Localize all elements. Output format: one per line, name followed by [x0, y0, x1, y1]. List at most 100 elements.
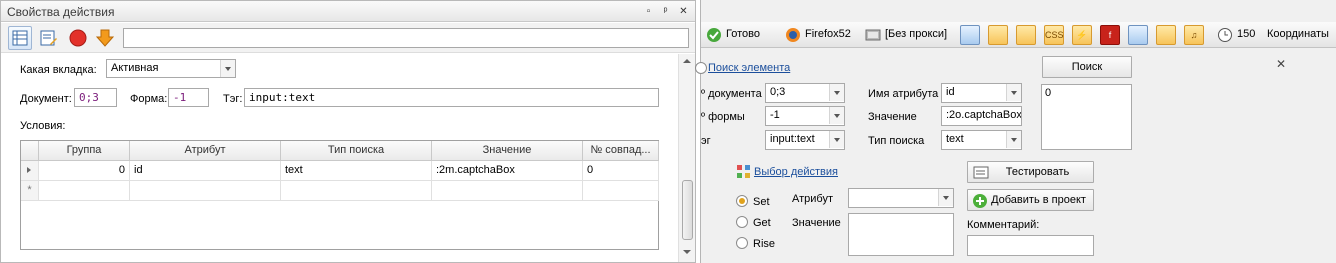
cell-search-type[interactable]: text: [281, 161, 432, 181]
radio-set-label: Set: [753, 196, 770, 208]
attribute-name-label: Имя атрибута: [868, 88, 939, 100]
vertical-scrollbar[interactable]: [678, 54, 695, 262]
close-icon[interactable]: ✕: [1276, 57, 1286, 71]
table-view-button[interactable]: [8, 26, 32, 50]
chevron-down-icon[interactable]: [1006, 131, 1021, 148]
monitor-icon[interactable]: [1128, 25, 1148, 45]
test-button[interactable]: Тестировать: [967, 161, 1094, 183]
new-row-cell[interactable]: [39, 181, 130, 201]
results-list-item[interactable]: 0: [1045, 87, 1128, 99]
tag-label-right: эг: [701, 135, 711, 147]
value-label: Значение: [868, 111, 917, 123]
form-number-select[interactable]: -1: [765, 106, 845, 126]
tab-label: Какая вкладка:: [20, 64, 97, 76]
new-row-marker[interactable]: *: [21, 181, 39, 201]
megaphone-icon[interactable]: [1156, 25, 1176, 45]
tag-label: Тэг:: [223, 93, 243, 105]
doc-select[interactable]: 0;3: [765, 83, 845, 103]
action-value-textarea[interactable]: [848, 213, 954, 256]
comment-label: Комментарий:: [967, 219, 1040, 231]
results-list[interactable]: 0: [1041, 84, 1132, 150]
toolbar-text-input[interactable]: [123, 28, 689, 48]
chevron-down-icon[interactable]: [1006, 84, 1021, 101]
column-header-match-number[interactable]: № совпад...: [583, 141, 659, 161]
grid-corner: [21, 141, 39, 161]
search-type-value: text: [946, 133, 964, 145]
document-label: Документ:: [20, 93, 72, 105]
proxy-text[interactable]: [Без прокси]: [885, 28, 947, 40]
timeout-value[interactable]: 150: [1237, 28, 1255, 40]
page-icon[interactable]: [988, 25, 1008, 45]
browser-name[interactable]: Firefox52: [805, 28, 851, 40]
column-header-group[interactable]: Группа: [39, 141, 130, 161]
move-down-button[interactable]: [93, 26, 117, 50]
cell-group[interactable]: 0: [39, 161, 130, 181]
comment-input[interactable]: [967, 235, 1094, 256]
chevron-down-icon[interactable]: [938, 189, 953, 206]
select-action-link[interactable]: Выбор действия: [754, 166, 838, 178]
tab-select[interactable]: Активная: [106, 59, 236, 78]
attribute-label: Атрибут: [792, 193, 833, 205]
tag-field[interactable]: input:text: [244, 88, 659, 107]
frame-icon[interactable]: [1016, 25, 1036, 45]
new-row-cell[interactable]: [130, 181, 281, 201]
add-to-project-button[interactable]: Добавить в проект: [967, 189, 1094, 211]
chevron-down-icon[interactable]: [220, 60, 235, 77]
css-icon[interactable]: CSS: [1044, 25, 1064, 45]
radio-rise-label: Rise: [753, 238, 776, 250]
cell-value[interactable]: :2m.captchaBox: [432, 161, 583, 181]
scrollbar-thumb[interactable]: [682, 180, 693, 240]
tab-select-value: Активная: [111, 62, 159, 74]
search-type-select[interactable]: text: [941, 130, 1022, 150]
radio-get[interactable]: [736, 216, 748, 228]
screenshot-icon[interactable]: [960, 25, 980, 45]
chevron-down-icon[interactable]: [829, 84, 844, 101]
music-icon[interactable]: ♫: [1184, 25, 1204, 45]
new-row-cell[interactable]: [281, 181, 432, 201]
form-field[interactable]: -1: [168, 88, 209, 107]
attribute-name-select[interactable]: id: [941, 83, 1022, 103]
cell-match-number[interactable]: 0: [583, 161, 659, 181]
add-button-label: Добавить в проект: [991, 194, 1086, 206]
browser-panel: Готово Firefox52 [Без прокси] CSS ⚡ f ♫ …: [695, 0, 1336, 263]
radio-set[interactable]: [736, 195, 748, 207]
proxy-icon: [865, 29, 881, 41]
stop-button[interactable]: [66, 26, 90, 50]
find-element-radio[interactable]: [695, 62, 707, 74]
row-indicator[interactable]: [21, 161, 39, 181]
panel-titlebar: Свойства действия ▫ ᵖ ✕: [1, 1, 695, 22]
find-element-link[interactable]: Поиск элемента: [708, 62, 790, 74]
scroll-down-icon[interactable]: [679, 247, 695, 257]
test-icon: [973, 166, 989, 179]
column-header-attribute[interactable]: Атрибут: [130, 141, 281, 161]
conditions-grid: Группа Атрибут Тип поиска Значение № сов…: [20, 140, 659, 250]
pin-icon[interactable]: ᵖ: [659, 5, 672, 18]
flash-icon[interactable]: f: [1100, 25, 1120, 45]
document-field[interactable]: 0;3: [74, 88, 117, 107]
action-value-label: Значение: [792, 217, 841, 229]
stop-icon: [69, 29, 87, 47]
attribute-select[interactable]: [848, 188, 954, 208]
search-button[interactable]: Поиск: [1042, 56, 1132, 78]
lightning-icon[interactable]: ⚡: [1072, 25, 1092, 45]
new-row-cell[interactable]: [583, 181, 659, 201]
column-header-value[interactable]: Значение: [432, 141, 583, 161]
chevron-down-icon[interactable]: [829, 107, 844, 124]
column-header-search-type[interactable]: Тип поиска: [281, 141, 432, 161]
edit-form-button[interactable]: [36, 26, 60, 50]
select-action-icon: [737, 165, 750, 178]
close-icon[interactable]: ✕: [677, 5, 690, 18]
browser-status-toolbar: Готово Firefox52 [Без прокси] CSS ⚡ f ♫ …: [701, 22, 1336, 48]
chevron-down-icon[interactable]: [829, 131, 844, 148]
attribute-name-value: id: [946, 86, 955, 98]
form-label: Форма:: [130, 93, 168, 105]
new-row-cell[interactable]: [432, 181, 583, 201]
cell-attribute[interactable]: id: [130, 161, 281, 181]
value-input[interactable]: :2o.captchaBox: [941, 106, 1022, 126]
radio-rise[interactable]: [736, 237, 748, 249]
doc-select-value: 0;3: [770, 86, 786, 98]
tag-select[interactable]: input:text: [765, 130, 845, 150]
restore-icon[interactable]: ▫: [642, 5, 655, 18]
scroll-up-icon[interactable]: [679, 56, 695, 66]
status-text: Готово: [726, 28, 760, 40]
